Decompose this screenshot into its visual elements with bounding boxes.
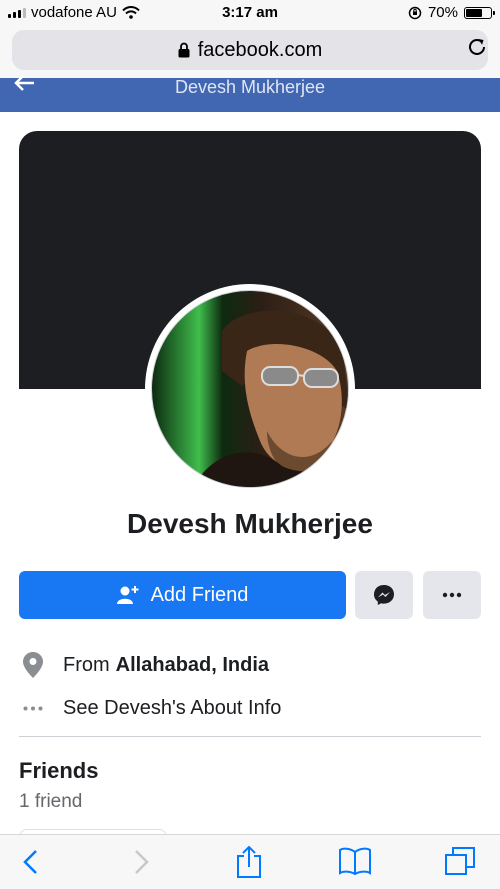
friends-heading[interactable]: Friends [19, 758, 98, 784]
battery-level [466, 8, 483, 17]
page-header: Devesh Mukherjee [0, 75, 500, 112]
reload-icon[interactable] [466, 36, 488, 58]
share-icon[interactable] [235, 845, 263, 879]
more-options-button[interactable] [423, 571, 481, 619]
messenger-button[interactable] [355, 571, 413, 619]
add-friend-button[interactable]: Add Friend [19, 571, 346, 619]
header-title: Devesh Mukherjee [174, 77, 326, 97]
url-text: facebook.com [197, 38, 323, 61]
from-location[interactable]: Allahabad, India [116, 654, 269, 677]
ellipsis-icon [23, 706, 43, 711]
browser-toolbar [0, 834, 500, 889]
profile-name: Devesh Mukherjee [127, 508, 373, 539]
info-hometown: From Allahabad, India [19, 652, 269, 678]
browser-chrome: facebook.com [0, 26, 500, 78]
profile-picture-frame[interactable] [145, 284, 355, 494]
status-bar: vodafone AU 3:17 am 70% [0, 0, 500, 26]
lock-icon [178, 42, 190, 58]
more-dots-icon [442, 592, 462, 598]
tabs-icon[interactable] [444, 846, 476, 876]
address-bar[interactable]: facebook.com [12, 30, 488, 70]
about-info-link[interactable]: See Devesh's About Info [19, 697, 281, 720]
battery-percent: 70% [427, 4, 458, 21]
messenger-icon [374, 585, 394, 605]
forward-icon[interactable] [132, 849, 150, 875]
friends-count: 1 friend [19, 791, 83, 812]
from-prefix: From [63, 653, 110, 676]
about-info-label: See Devesh's About Info [63, 697, 282, 719]
rotation-lock-icon [408, 6, 422, 19]
bookmarks-icon[interactable] [338, 847, 372, 875]
section-divider [19, 736, 481, 737]
profile-picture[interactable] [151, 290, 349, 488]
profile-photo-portrait [193, 310, 348, 487]
battery-icon [464, 6, 495, 19]
location-pin-icon [23, 652, 43, 678]
status-right: 70% [408, 4, 495, 21]
add-friend-label: Add Friend [150, 583, 249, 606]
add-friend-icon [116, 586, 139, 604]
back-icon[interactable] [22, 849, 40, 875]
